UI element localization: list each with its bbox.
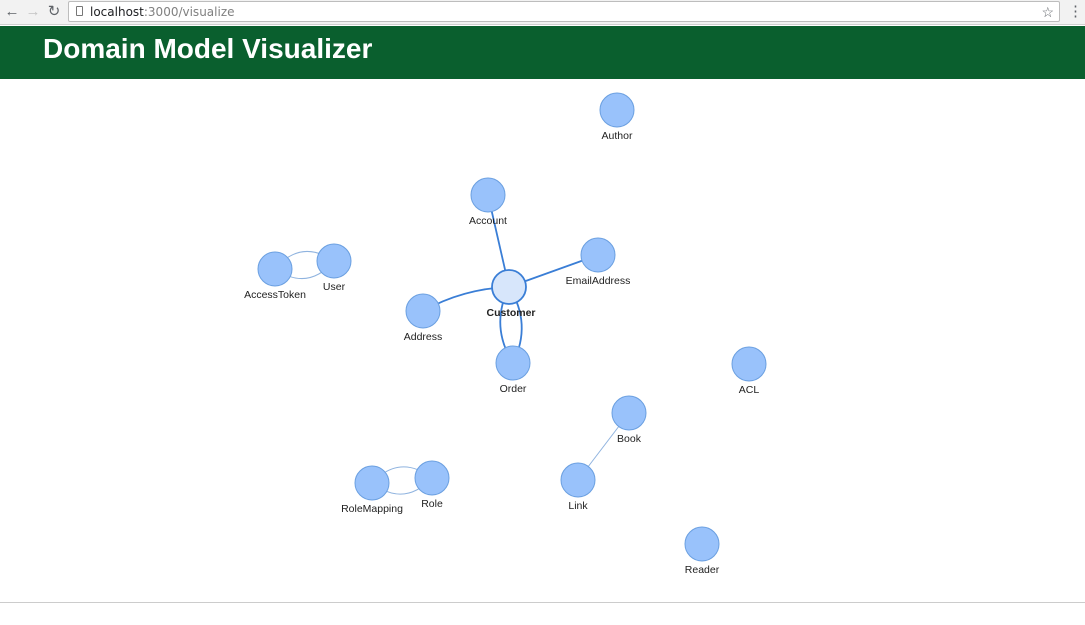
node-circle-author[interactable] bbox=[599, 92, 635, 128]
node-user[interactable]: User bbox=[316, 243, 352, 293]
graph-nodes: Author Account EmailAddress Customer Address… bbox=[244, 92, 767, 576]
node-circle-email-address[interactable] bbox=[580, 237, 616, 273]
node-address[interactable]: Address bbox=[404, 293, 443, 343]
node-circle-order[interactable] bbox=[495, 345, 531, 381]
address-bar[interactable]: localhost:3000/visualize ☆ bbox=[68, 1, 1060, 22]
node-label-author: Author bbox=[602, 130, 633, 142]
node-role[interactable]: Role bbox=[414, 460, 450, 510]
node-author[interactable]: Author bbox=[599, 92, 635, 142]
node-circle-access-token[interactable] bbox=[257, 251, 293, 287]
node-label-role: Role bbox=[421, 498, 443, 510]
node-circle-address[interactable] bbox=[405, 293, 441, 329]
node-label-acl: ACL bbox=[739, 384, 760, 396]
node-label-email-address: EmailAddress bbox=[566, 275, 631, 287]
node-circle-book[interactable] bbox=[611, 395, 647, 431]
node-label-reader: Reader bbox=[685, 564, 720, 576]
node-acl[interactable]: ACL bbox=[731, 346, 767, 396]
node-label-user: User bbox=[323, 281, 346, 293]
node-label-book: Book bbox=[617, 433, 642, 445]
url-host: localhost bbox=[90, 5, 144, 19]
node-label-order: Order bbox=[500, 383, 527, 395]
reload-icon[interactable]: ↻ bbox=[45, 3, 63, 21]
node-label-address: Address bbox=[404, 331, 443, 343]
footer-divider bbox=[0, 602, 1085, 603]
menu-dots-icon[interactable]: ⋮ bbox=[1068, 3, 1083, 21]
node-circle-account[interactable] bbox=[470, 177, 506, 213]
node-label-access-token: AccessToken bbox=[244, 289, 306, 301]
back-arrow-icon[interactable]: ← bbox=[3, 3, 21, 21]
node-circle-role[interactable] bbox=[414, 460, 450, 496]
page-title: Domain Model Visualizer bbox=[43, 33, 373, 64]
node-order[interactable]: Order bbox=[495, 345, 531, 395]
page-icon bbox=[76, 6, 83, 16]
bookmark-star-icon[interactable]: ☆ bbox=[1041, 3, 1054, 21]
node-customer[interactable]: Customer bbox=[486, 269, 536, 319]
node-label-role-mapping: RoleMapping bbox=[341, 503, 403, 515]
node-label-customer: Customer bbox=[486, 307, 535, 319]
node-label-account: Account bbox=[469, 215, 507, 227]
node-circle-user[interactable] bbox=[316, 243, 352, 279]
forward-arrow-icon[interactable]: → bbox=[24, 3, 42, 21]
url-path: :3000/visualize bbox=[143, 5, 235, 19]
app-header: Domain Model Visualizer bbox=[0, 26, 1085, 79]
node-link[interactable]: Link bbox=[560, 462, 596, 512]
graph-edges bbox=[274, 194, 630, 495]
node-role-mapping[interactable]: RoleMapping bbox=[341, 465, 403, 515]
url-text[interactable]: localhost:3000/visualize bbox=[90, 5, 235, 19]
node-circle-role-mapping[interactable] bbox=[354, 465, 390, 501]
node-book[interactable]: Book bbox=[611, 395, 647, 445]
node-circle-reader[interactable] bbox=[684, 526, 720, 562]
node-circle-link[interactable] bbox=[560, 462, 596, 498]
node-reader[interactable]: Reader bbox=[684, 526, 720, 576]
browser-toolbar: ← → ↻ localhost:3000/visualize ☆ ⋮ bbox=[0, 0, 1085, 25]
node-circle-customer[interactable] bbox=[491, 269, 527, 305]
domain-model-graph: Author Account EmailAddress Customer Address… bbox=[244, 92, 767, 576]
node-label-link: Link bbox=[568, 500, 588, 512]
node-access-token[interactable]: AccessToken bbox=[244, 251, 306, 301]
node-account[interactable]: Account bbox=[469, 177, 507, 227]
node-circle-acl[interactable] bbox=[731, 346, 767, 382]
